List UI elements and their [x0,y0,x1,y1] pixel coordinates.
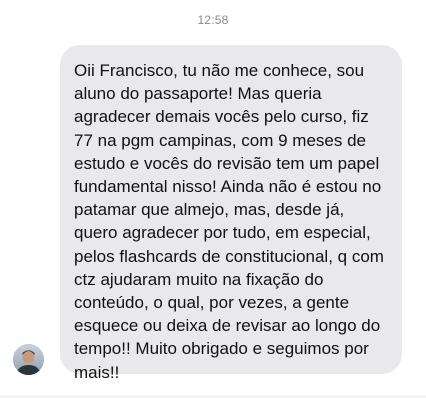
message-thread: { "thread": { "timestamp": "12:58", "mes… [0,0,426,398]
profile-photo-avatar-icon [13,344,44,375]
sender-avatar[interactable] [13,344,44,375]
message-text: Oii Francisco, tu não me conhece, sou al… [74,61,384,382]
incoming-message-bubble[interactable]: Oii Francisco, tu não me conhece, sou al… [60,45,402,382]
message-timestamp: 12:58 [197,13,229,27]
